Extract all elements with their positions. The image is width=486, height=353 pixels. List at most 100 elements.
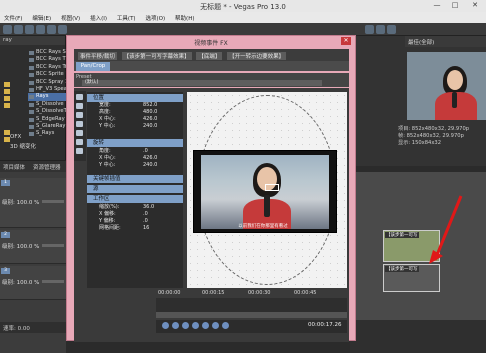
track-level: 级别: 100.0 % <box>2 280 40 286</box>
tree-item-3d[interactable]: 3D 缩变化 <box>10 142 36 150</box>
preview-info: 项目: 852x480x32, 29.970p 帧: 852x480x32, 2… <box>398 126 486 166</box>
prev-keyframe-icon[interactable] <box>172 322 179 329</box>
lock-aspect-icon[interactable] <box>76 121 83 127</box>
frame-info: 帧: 852x480x32, 29.970p <box>398 133 464 139</box>
ruler-tick: 00:00:30 <box>248 290 271 296</box>
window-title: 无标题 * - Vegas Pro 13.0 <box>200 3 286 11</box>
minimize-button[interactable]: — <box>430 1 444 11</box>
undo-icon[interactable] <box>58 25 67 34</box>
plugin-item[interactable]: S_Rays <box>28 130 66 137</box>
delete-keyframe-icon[interactable] <box>222 322 229 329</box>
plugin-item[interactable]: S_EdgeRay <box>28 116 66 123</box>
plugin-item-selected[interactable]: Rays <box>28 93 66 101</box>
folder-icon <box>4 89 10 94</box>
section-position[interactable]: 位置 <box>87 94 183 102</box>
rate-label: 速率: 0.00 <box>0 322 66 333</box>
preset-select[interactable]: (默认) <box>82 80 322 86</box>
menu-bar: 文件(F) 编辑(E) 视图(V) 插入(I) 工具(T) 选项(O) 帮助(H… <box>0 12 486 23</box>
folder-icon <box>4 82 10 87</box>
go-to-end-icon[interactable] <box>202 322 209 329</box>
prop-row[interactable]: Y 中心: 240.0 <box>87 162 183 169</box>
prop-row[interactable]: 宽度: 852.0 <box>87 102 183 109</box>
plugin-item[interactable]: HF_V3 Spea <box>28 86 66 93</box>
next-keyframe-icon[interactable] <box>192 322 199 329</box>
fx-chain-item[interactable]: 事件平移/裁切 <box>78 52 117 60</box>
plugin-item[interactable]: BCC Sprite 1 <box>28 71 66 78</box>
keyframe-track[interactable] <box>156 298 347 312</box>
tab-pan-crop[interactable]: Pan/Crop <box>76 62 110 71</box>
move-icon[interactable] <box>76 148 83 154</box>
dialog-close-button[interactable]: ✕ <box>341 37 351 45</box>
plugin-list: BCC Rays Sh BCC Rays Ti BCC Rays Tr BCC … <box>28 49 66 138</box>
rotate-tool-icon[interactable] <box>76 103 83 109</box>
preview-quality[interactable]: 最佳(全部) <box>405 36 486 47</box>
scale-about-center-icon[interactable] <box>76 130 83 136</box>
snap-grid-icon[interactable] <box>76 139 83 145</box>
track-level: 级别: 100.0 % <box>2 200 40 206</box>
plugin-item[interactable]: BCC Rays Ti <box>28 56 66 63</box>
zoom-tool-icon[interactable] <box>76 112 83 118</box>
keyframe-scrollbar[interactable] <box>156 312 347 318</box>
display-info: 显示: 150x84x32 <box>398 140 442 146</box>
crop-frame[interactable] <box>193 150 337 233</box>
prop-row[interactable]: Y 偏移: .0 <box>87 218 183 225</box>
plugin-item[interactable]: S_GlareRay <box>28 123 66 130</box>
level-slider[interactable] <box>42 244 64 247</box>
plugin-explorer: ray BCC Rays Sh BCC Rays Ti BCC Rays Tr … <box>0 36 66 172</box>
section-rotation[interactable]: 旋转 <box>87 139 183 147</box>
plugin-item[interactable]: BCC Rays Sh <box>28 49 66 56</box>
section-keyframe-interp[interactable]: 关键帧插值 <box>87 175 183 183</box>
plugin-item[interactable]: S_Dissolve <box>28 101 66 108</box>
fx-chain-item[interactable]: 【底端】 <box>196 52 223 60</box>
new-icon[interactable] <box>3 25 12 34</box>
prop-row[interactable]: Y 中心: 240.0 <box>87 123 183 130</box>
maximize-button[interactable]: □ <box>448 1 462 11</box>
left-panel-tabs: 项目媒体 资源管理器 <box>0 160 66 172</box>
plugin-item[interactable]: S_DissolveT <box>28 108 66 115</box>
keyframe-ruler[interactable]: 00:00:00 00:00:15 00:00:30 00:00:45 <box>156 288 347 298</box>
play-icon[interactable] <box>182 322 189 329</box>
prop-row[interactable]: 角度: .0 <box>87 148 183 155</box>
plugin-item[interactable]: BCC Spray 1 <box>28 79 66 86</box>
prop-row[interactable]: X 中心: 426.0 <box>87 155 183 162</box>
track-header[interactable]: 1 级别: 100.0 % <box>0 178 66 228</box>
level-slider[interactable] <box>42 280 64 283</box>
normal-edit-tool-icon[interactable] <box>76 94 83 100</box>
tree-item-ofx[interactable]: OFX <box>10 134 21 140</box>
fx-chain-item[interactable]: 【开一转示边要效果】 <box>227 52 287 60</box>
split-icon[interactable] <box>376 25 385 34</box>
preset-row: Preset (默认) <box>74 73 349 87</box>
render-icon[interactable] <box>47 25 56 34</box>
timecode: 00:00:17.26 <box>308 322 342 328</box>
level-slider[interactable] <box>42 200 64 203</box>
ruler-tick: 00:00:00 <box>158 290 181 296</box>
track-header[interactable]: 2 级别: 100.0 % <box>0 230 66 264</box>
close-button[interactable]: ✕ <box>468 1 482 11</box>
prop-row[interactable]: 缩放(%): 36.0 <box>87 204 183 211</box>
search-path[interactable]: ray <box>0 36 65 45</box>
fx-chain-item[interactable]: 【该步第一可写字幕效果】 <box>121 52 192 60</box>
folder-icon <box>4 96 10 101</box>
prop-row[interactable]: X 偏移: .0 <box>87 211 183 218</box>
track-number: 3 <box>1 268 10 274</box>
save-icon[interactable] <box>25 25 34 34</box>
prop-row[interactable]: 高度: 480.0 <box>87 109 183 116</box>
copy-frame-icon[interactable] <box>387 25 396 34</box>
section-source[interactable]: 源 <box>87 185 183 193</box>
track-number: 1 <box>1 180 10 186</box>
tool-column <box>74 91 86 161</box>
go-to-start-icon[interactable] <box>162 322 169 329</box>
open-icon[interactable] <box>14 25 23 34</box>
properties-icon[interactable] <box>36 25 45 34</box>
section-workspace[interactable]: 工作区 <box>87 195 183 203</box>
prop-row[interactable]: X 中心: 426.0 <box>87 116 183 123</box>
clip-label: 【该步第一可写 <box>385 266 419 272</box>
folder-tree <box>2 80 26 142</box>
track-header[interactable]: 3 级别: 100.0 % <box>0 266 66 300</box>
timeline-controls <box>350 320 486 353</box>
preview-toggle-icon[interactable] <box>365 25 374 34</box>
plugin-item[interactable]: BCC Rays Tr <box>28 64 66 71</box>
add-keyframe-icon[interactable] <box>212 322 219 329</box>
frame-center-marker[interactable] <box>265 184 279 191</box>
prop-row[interactable]: 网格间距: 16 <box>87 225 183 232</box>
